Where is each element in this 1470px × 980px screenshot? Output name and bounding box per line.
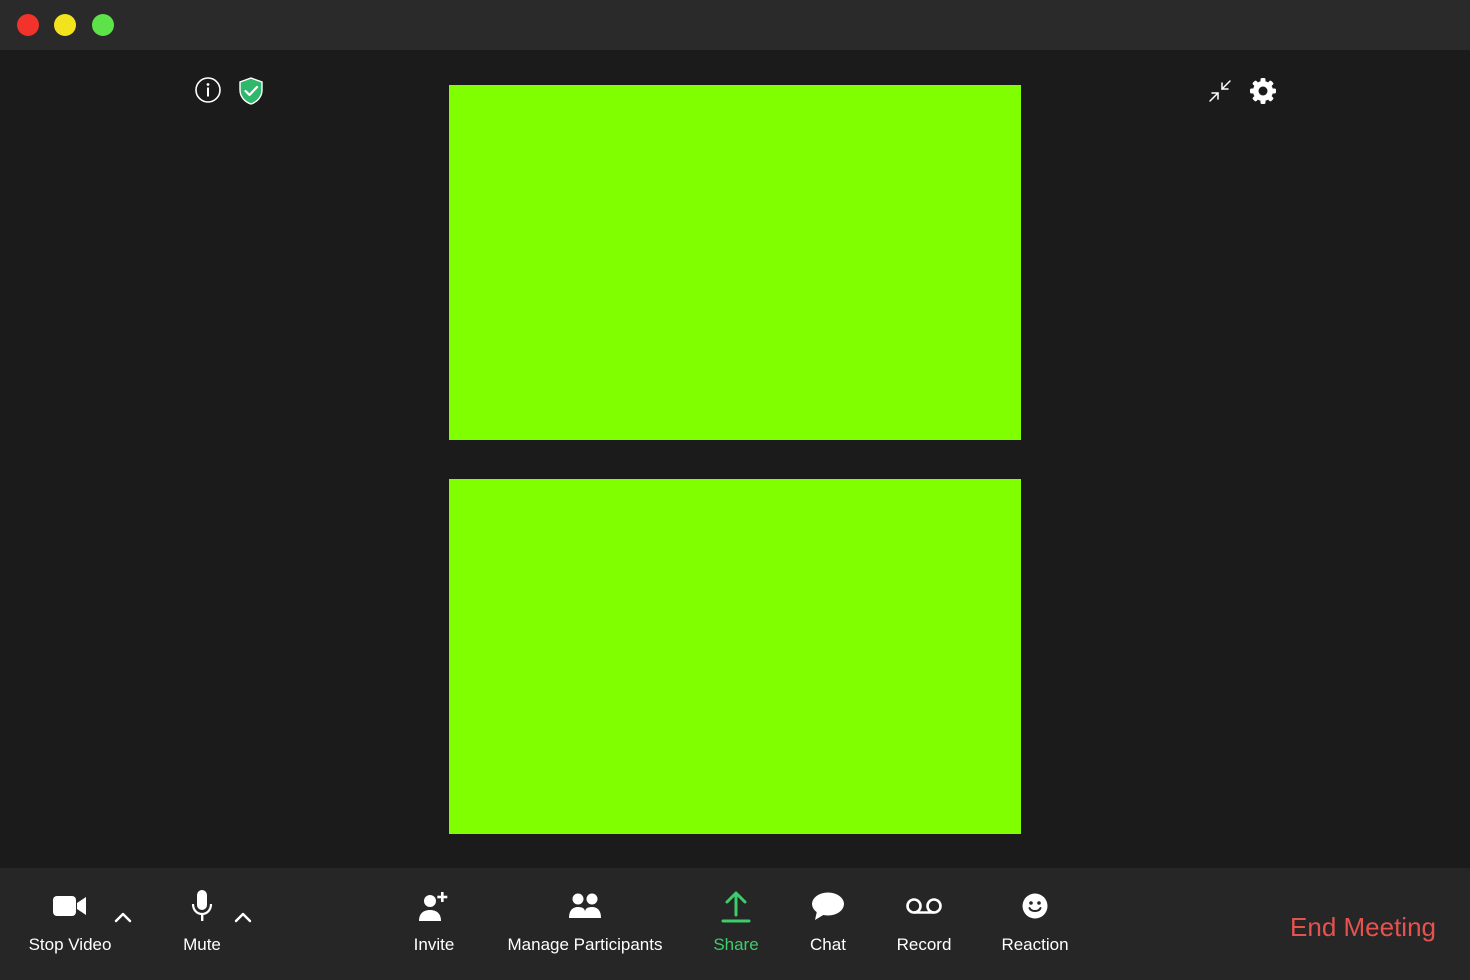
manage-participants-label: Manage Participants <box>507 935 663 954</box>
reaction-label: Reaction <box>1001 935 1069 954</box>
gear-icon[interactable] <box>1248 76 1278 106</box>
participants-icon <box>568 892 602 925</box>
exit-fullscreen-icon[interactable] <box>1206 77 1234 105</box>
reaction-button[interactable]: Reaction <box>998 868 1072 980</box>
audio-options-caret[interactable] <box>232 908 254 930</box>
chevron-up-icon <box>234 910 252 928</box>
meeting-window: Stop Video Mute Invite Manage Participan… <box>0 0 1470 980</box>
add-user-icon <box>417 889 451 928</box>
meeting-toolbar: Stop Video Mute Invite Manage Participan… <box>0 868 1470 980</box>
window-maximize-button[interactable] <box>92 14 114 36</box>
record-label: Record <box>896 935 952 954</box>
window-minimize-button[interactable] <box>54 14 76 36</box>
share-label: Share <box>713 935 759 954</box>
chat-button[interactable]: Chat <box>800 868 856 980</box>
video-tile <box>449 479 1021 834</box>
shield-check-icon[interactable] <box>237 76 265 106</box>
invite-button[interactable]: Invite <box>400 868 468 980</box>
info-icon[interactable] <box>194 76 222 104</box>
record-button[interactable]: Record <box>892 868 956 980</box>
title-bar <box>0 0 1470 50</box>
smiley-icon <box>1021 892 1049 925</box>
manage-participants-button[interactable]: Manage Participants <box>504 868 666 980</box>
video-stage <box>0 50 1470 868</box>
chevron-up-icon <box>114 910 132 928</box>
stop-video-label: Stop Video <box>28 935 112 954</box>
share-upload-icon <box>721 889 751 928</box>
chat-label: Chat <box>810 935 846 954</box>
record-icon <box>904 896 944 921</box>
stop-video-button[interactable]: Stop Video <box>24 868 116 980</box>
window-close-button[interactable] <box>17 14 39 36</box>
video-options-caret[interactable] <box>112 908 134 930</box>
share-button[interactable]: Share <box>704 868 768 980</box>
chat-bubble-icon <box>811 891 845 926</box>
mute-label: Mute <box>183 935 221 954</box>
invite-label: Invite <box>413 935 455 954</box>
end-meeting-button[interactable]: End Meeting <box>1290 912 1436 943</box>
mute-button[interactable]: Mute <box>170 868 234 980</box>
video-tile <box>449 85 1021 440</box>
video-camera-icon <box>52 894 88 923</box>
microphone-icon <box>190 889 214 928</box>
